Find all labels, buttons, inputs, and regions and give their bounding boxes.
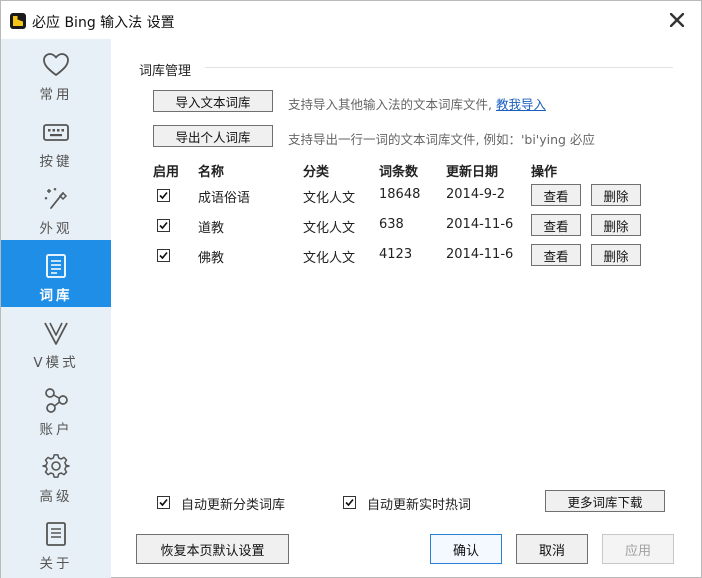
checkmark-icon (159, 498, 168, 507)
teach-import-link[interactable]: 教我导入 (496, 97, 546, 112)
dictionary-name: 道教 (198, 221, 225, 236)
import-hint: 支持导入其他输入法的文本词库文件, 教我导入 (288, 94, 546, 113)
title-bar: 必应 Bing 输入法 设置 (1, 1, 701, 39)
table-row: 成语俗语 文化人文 18648 2014-9-2 查看 删除 (111, 181, 701, 211)
sidebar-item-label: V模式 (33, 355, 79, 371)
checkmark-icon (345, 498, 354, 507)
sidebar: 常用 按键 外观 词库 V模式 账户 高级 关于 (1, 39, 111, 578)
auto-update-hot-words-label: 自动更新实时热词 (367, 498, 472, 513)
dictionary-category: 文化人文 (303, 191, 356, 206)
sidebar-item-label: 按键 (39, 154, 73, 170)
sidebar-item-label: 词库 (39, 288, 73, 304)
import-text-dictionary-button[interactable]: 导入文本词库 (153, 90, 273, 112)
row-enable-checkbox[interactable] (157, 219, 170, 232)
checkmark-icon (159, 221, 168, 230)
sidebar-item-label: 常用 (39, 87, 73, 103)
column-header-updated: 更新日期 (446, 165, 499, 180)
sidebar-item-label: 账户 (39, 422, 73, 438)
sidebar-item-about[interactable]: 关于 (1, 508, 111, 575)
section-title: 词库管理 (139, 64, 192, 79)
row-enable-checkbox[interactable] (157, 189, 170, 202)
sidebar-item-advanced[interactable]: 高级 (1, 441, 111, 508)
column-header-enabled: 启用 (153, 165, 180, 180)
dictionary-category: 文化人文 (303, 221, 356, 236)
dictionary-updated: 2014-9-2 (446, 187, 506, 202)
row-enable-checkbox[interactable] (157, 249, 170, 262)
sidebar-item-v-mode[interactable]: V模式 (1, 307, 111, 374)
delete-button[interactable]: 删除 (591, 184, 641, 206)
dictionary-count: 638 (379, 217, 404, 232)
sidebar-item-dictionary[interactable]: 词库 (1, 240, 111, 307)
bing-logo-icon (10, 13, 26, 29)
dictionary-name: 成语俗语 (198, 191, 251, 206)
sidebar-item-common[interactable]: 常用 (1, 39, 111, 106)
auto-update-category-label: 自动更新分类词库 (181, 498, 286, 513)
column-header-actions: 操作 (531, 165, 558, 180)
sidebar-item-label: 关于 (39, 556, 73, 572)
column-header-count: 词条数 (379, 165, 419, 180)
delete-button[interactable]: 删除 (591, 214, 641, 236)
export-personal-dictionary-button[interactable]: 导出个人词库 (153, 125, 273, 147)
close-icon (670, 13, 684, 27)
sidebar-item-appearance[interactable]: 外观 (1, 173, 111, 240)
gear-icon (41, 453, 71, 481)
view-button[interactable]: 查看 (531, 184, 581, 206)
close-button[interactable] (661, 7, 693, 33)
sidebar-item-label: 高级 (39, 489, 73, 505)
dictionary-updated: 2014-11-6 (446, 217, 514, 232)
sidebar-item-keys[interactable]: 按键 (1, 106, 111, 173)
import-hint-text: 支持导入其他输入法的文本词库文件, (288, 97, 492, 112)
auto-update-category-checkbox[interactable] (157, 496, 170, 509)
info-document-icon (41, 520, 71, 548)
column-header-name: 名称 (198, 165, 225, 180)
window-title: 必应 Bing 输入法 设置 (32, 15, 175, 31)
v-mode-icon (41, 319, 71, 347)
dictionary-panel: 词库管理 导入文本词库 支持导入其他输入法的文本词库文件, 教我导入 导出个人词… (111, 39, 701, 578)
restore-defaults-button[interactable]: 恢复本页默认设置 (136, 534, 289, 564)
delete-button[interactable]: 删除 (591, 244, 641, 266)
share-nodes-icon (41, 386, 71, 414)
dictionary-name: 佛教 (198, 251, 225, 266)
settings-window: 必应 Bing 输入法 设置 常用 按键 外观 词库 V模式 账户 高级 关于 … (0, 0, 702, 578)
column-header-category: 分类 (303, 165, 330, 180)
dictionary-updated: 2014-11-6 (446, 247, 514, 262)
table-row: 道教 文化人文 638 2014-11-6 查看 删除 (111, 211, 701, 241)
heart-icon (41, 51, 71, 79)
auto-update-hot-words-checkbox[interactable] (343, 496, 356, 509)
checkmark-icon (159, 191, 168, 200)
cancel-button[interactable]: 取消 (516, 534, 588, 564)
keyboard-icon (41, 118, 71, 146)
section-divider (205, 67, 673, 68)
checkmark-icon (159, 251, 168, 260)
export-hint: 支持导出一行一词的文本词库文件, 例如：'bi'ying 必应 (288, 132, 595, 147)
apply-button[interactable]: 应用 (602, 534, 674, 564)
ok-button[interactable]: 确认 (430, 534, 502, 564)
sidebar-item-account[interactable]: 账户 (1, 374, 111, 441)
magic-wand-icon (41, 185, 71, 213)
dictionary-count: 18648 (379, 187, 421, 202)
more-dictionary-download-button[interactable]: 更多词库下载 (545, 490, 665, 512)
dictionary-count: 4123 (379, 247, 413, 262)
table-row: 佛教 文化人文 4123 2014-11-6 查看 删除 (111, 241, 701, 271)
view-button[interactable]: 查看 (531, 244, 581, 266)
view-button[interactable]: 查看 (531, 214, 581, 236)
dictionary-category: 文化人文 (303, 251, 356, 266)
sidebar-item-label: 外观 (39, 221, 73, 237)
document-list-icon (41, 252, 71, 280)
